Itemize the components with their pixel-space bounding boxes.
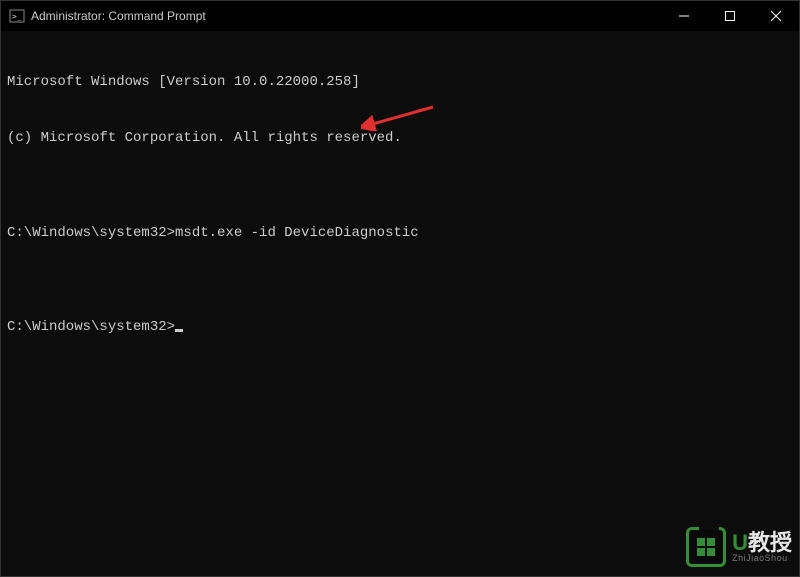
watermark: U教授 ZhiJiaoShou <box>686 527 792 567</box>
copyright-line: (c) Microsoft Corporation. All rights re… <box>7 129 793 148</box>
prompt-path: C:\Windows\system32> <box>7 225 175 241</box>
prompt-path: C:\Windows\system32> <box>7 319 175 335</box>
cmd-icon: >_ <box>9 8 25 24</box>
watermark-text: U教授 ZhiJiaoShou <box>732 532 792 563</box>
version-line: Microsoft Windows [Version 10.0.22000.25… <box>7 73 793 92</box>
close-button[interactable] <box>753 1 799 31</box>
watermark-logo-icon <box>686 527 726 567</box>
command-line-2: C:\Windows\system32> <box>7 318 793 337</box>
command-prompt-window: >_ Administrator: Command Prompt Microso… <box>0 0 800 577</box>
minimize-button[interactable] <box>661 1 707 31</box>
svg-text:>_: >_ <box>12 12 22 21</box>
command-line-1: C:\Windows\system32>msdt.exe -id DeviceD… <box>7 224 793 243</box>
terminal-area[interactable]: Microsoft Windows [Version 10.0.22000.25… <box>1 31 799 576</box>
annotation-arrow-icon <box>361 101 441 131</box>
titlebar[interactable]: >_ Administrator: Command Prompt <box>1 1 799 31</box>
entered-command: msdt.exe -id DeviceDiagnostic <box>175 225 419 241</box>
cursor <box>175 329 183 332</box>
window-title: Administrator: Command Prompt <box>31 9 661 23</box>
window-controls <box>661 1 799 31</box>
maximize-button[interactable] <box>707 1 753 31</box>
